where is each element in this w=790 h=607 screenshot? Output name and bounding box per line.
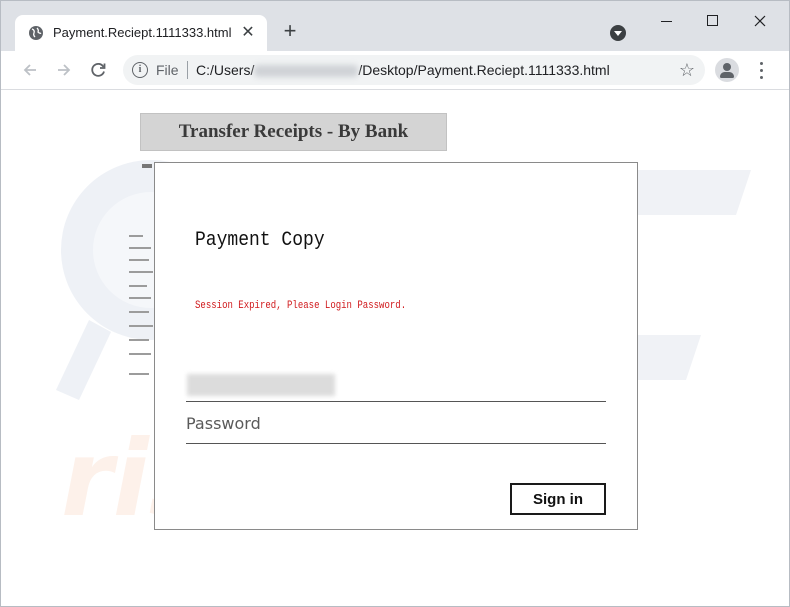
redacted-email — [187, 374, 335, 396]
email-field[interactable] — [186, 368, 606, 402]
forward-arrow-icon — [58, 64, 71, 76]
password-field[interactable] — [186, 407, 606, 444]
avatar-body — [720, 72, 734, 78]
background-table-lines — [129, 235, 155, 375]
close-icon — [754, 15, 766, 27]
page-content: risk.com Transfer Receipts - By Bank Pay… — [1, 90, 789, 606]
background-heading: Transfer Receipts - By Bank — [140, 113, 447, 151]
star-icon[interactable]: ☆ — [679, 59, 695, 81]
scheme-label: File — [156, 62, 179, 78]
url-prefix: C:/Users/ — [196, 62, 255, 78]
login-dialog: Payment Copy Session Expired, Please Log… — [154, 162, 638, 530]
close-window-button[interactable] — [745, 9, 775, 33]
tab-title: Payment.Reciept.1111333.html — [53, 25, 232, 40]
tab-close-icon[interactable]: ✕ — [239, 24, 257, 42]
tab-search-icon[interactable] — [610, 25, 626, 41]
reload-button[interactable] — [87, 59, 109, 81]
redacted-username — [254, 65, 359, 78]
browser-toolbar: i File C:/Users/ /Desktop/Payment.Reciept… — [1, 51, 789, 90]
tab-strip: Payment.Reciept.1111333.html ✕ + — [1, 1, 789, 51]
reload-icon — [91, 62, 106, 77]
browser-tab[interactable]: Payment.Reciept.1111333.html ✕ — [15, 15, 267, 51]
sign-in-button[interactable]: Sign in — [510, 483, 606, 515]
dialog-heading: Payment Copy — [195, 229, 325, 252]
session-error-message: Session Expired, Please Login Password. — [195, 300, 407, 312]
url-text[interactable]: C:/Users/ /Desktop/Payment.Reciept.111133… — [196, 62, 610, 78]
browser-window: Payment.Reciept.1111333.html ✕ + i File … — [0, 0, 790, 607]
new-tab-button[interactable]: + — [279, 20, 301, 42]
minimize-button[interactable] — [652, 9, 682, 33]
kebab-menu-icon[interactable] — [753, 59, 769, 81]
back-arrow-icon — [23, 64, 36, 76]
minimize-icon — [661, 21, 672, 22]
address-divider — [187, 61, 188, 79]
forward-button[interactable] — [53, 59, 75, 81]
maximize-button[interactable] — [698, 9, 728, 33]
maximize-icon — [707, 15, 718, 26]
back-button[interactable] — [19, 59, 41, 81]
address-bar[interactable]: i File C:/Users/ /Desktop/Payment.Reciept… — [123, 55, 705, 85]
background-small-text — [142, 164, 152, 168]
profile-icon[interactable] — [715, 58, 739, 82]
info-icon[interactable]: i — [132, 62, 148, 78]
url-suffix: /Desktop/Payment.Reciept.1111333.html — [358, 62, 610, 78]
globe-icon — [29, 26, 43, 40]
avatar-head — [723, 63, 731, 71]
